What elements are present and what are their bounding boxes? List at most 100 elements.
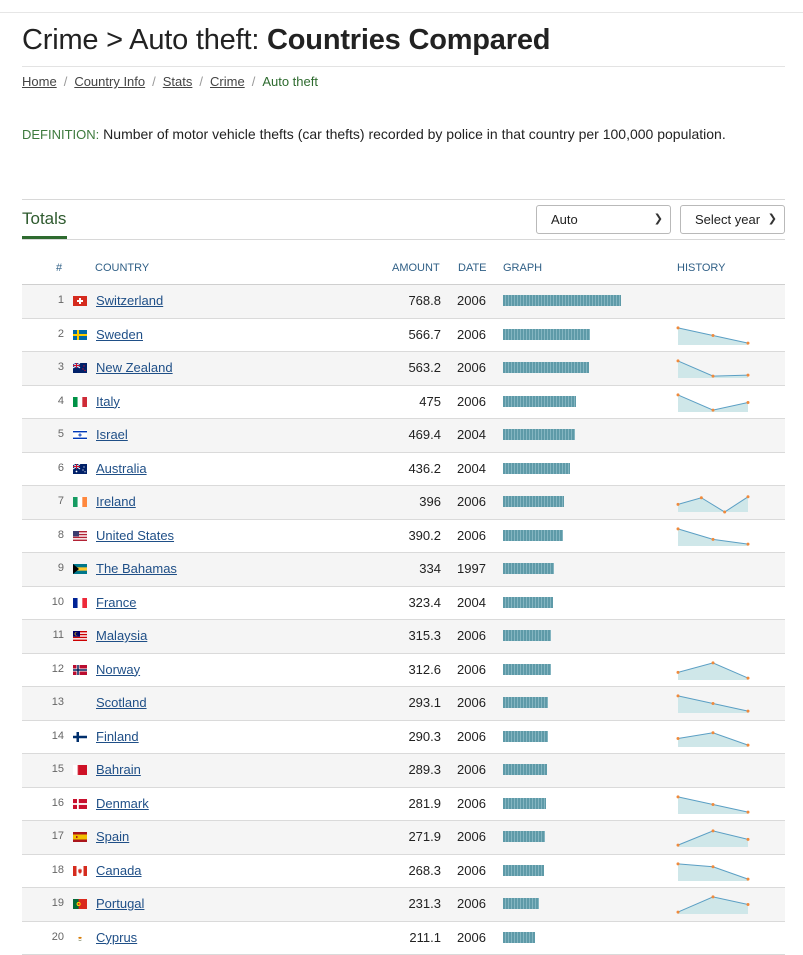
portugal-flag-icon [73, 899, 87, 909]
country-link[interactable]: Norway [96, 662, 140, 677]
row-amount: 563.2 [372, 360, 441, 375]
history-area [678, 528, 748, 545]
row-amount: 271.9 [372, 829, 441, 844]
country-link[interactable]: Israel [96, 427, 128, 442]
history-sparkline [676, 691, 751, 717]
country-link[interactable]: Finland [96, 729, 139, 744]
history-point [700, 496, 703, 499]
row-date: 2006 [457, 628, 486, 643]
countries-table-body: 1Switzerland768.820062Sweden566.720063Ne… [22, 285, 785, 955]
country-link[interactable]: Ireland [96, 494, 136, 509]
country-link[interactable]: Denmark [96, 796, 149, 811]
country-link[interactable]: Portugal [96, 896, 144, 911]
table-row: 13Scotland293.12006 [22, 687, 785, 721]
row-amount: 390.2 [372, 528, 441, 543]
country-link[interactable]: Australia [96, 461, 147, 476]
table-row: 8United States390.22006 [22, 520, 785, 554]
row-rank: 17 [46, 830, 64, 842]
row-rank: 16 [46, 797, 64, 809]
history-sparkline [676, 323, 751, 349]
country-link[interactable]: Scotland [96, 695, 147, 710]
breadcrumb-separator: / [152, 74, 156, 89]
history-point [677, 359, 680, 362]
france-flag-icon [73, 598, 87, 608]
page-title-bold: Countries Compared [267, 24, 550, 56]
country-link[interactable]: France [96, 595, 136, 610]
country-link[interactable]: Bahrain [96, 762, 141, 777]
tabs-top-divider [22, 199, 785, 200]
row-date: 2006 [457, 796, 486, 811]
breadcrumb-item[interactable]: Stats [163, 74, 193, 89]
header-graph: GRAPH [503, 262, 542, 274]
amount-bar [503, 865, 544, 876]
country-link[interactable]: The Bahamas [96, 561, 177, 576]
switzerland-flag-icon [73, 296, 87, 306]
amount-bar [503, 932, 535, 943]
table-row: 14Finland290.32006 [22, 721, 785, 755]
table-row: 7Ireland3962006 [22, 486, 785, 520]
history-point [747, 341, 750, 344]
history-sparkline [676, 390, 751, 416]
country-link[interactable]: Switzerland [96, 293, 163, 308]
row-rank: 11 [46, 629, 64, 641]
table-row: 10France323.42004 [22, 587, 785, 621]
tab-totals[interactable]: Totals [22, 209, 66, 229]
history-point [712, 829, 715, 832]
row-date: 2004 [457, 461, 486, 476]
table-row: 20Cyprus211.12006 [22, 922, 785, 955]
amount-bar [503, 463, 570, 474]
history-point [747, 903, 750, 906]
row-rank: 9 [46, 562, 64, 574]
history-point [712, 865, 715, 868]
country-link[interactable]: Malaysia [96, 628, 147, 643]
row-date: 2004 [457, 427, 486, 442]
united-states-flag-icon [73, 531, 87, 541]
sweden-flag-icon [73, 330, 87, 340]
header-date[interactable]: DATE [458, 262, 487, 274]
table-row: 5Israel469.42004 [22, 419, 785, 453]
breadcrumb-item[interactable]: Country Info [74, 74, 145, 89]
tabs-bottom-divider [22, 239, 785, 240]
amount-bar [503, 798, 546, 809]
year-select[interactable]: Select year ❯ [680, 205, 785, 234]
table-header: # COUNTRY AMOUNT DATE GRAPH HISTORY [22, 252, 785, 285]
row-rank: 1 [46, 294, 64, 306]
country-link[interactable]: Cyprus [96, 930, 137, 945]
history-point [747, 542, 750, 545]
row-date: 2006 [457, 829, 486, 844]
header-amount[interactable]: AMOUNT [392, 262, 440, 274]
breadcrumb-item[interactable]: Home [22, 74, 57, 89]
history-point [677, 326, 680, 329]
definition: DEFINITION: Number of motor vehicle thef… [22, 126, 726, 142]
scale-select[interactable]: Auto ❯ [536, 205, 671, 234]
history-point [712, 895, 715, 898]
country-link[interactable]: United States [96, 528, 174, 543]
row-rank: 5 [46, 428, 64, 440]
history-sparkline [676, 725, 751, 751]
history-point [677, 670, 680, 673]
country-link[interactable]: New Zealand [96, 360, 173, 375]
country-link[interactable]: Spain [96, 829, 129, 844]
country-link[interactable]: Canada [96, 863, 142, 878]
history-point [677, 736, 680, 739]
row-date: 2006 [457, 762, 486, 777]
row-amount: 475 [372, 394, 441, 409]
amount-bar [503, 597, 553, 608]
history-point [747, 810, 750, 813]
title-divider [22, 66, 785, 67]
cyprus-flag-icon [73, 933, 87, 943]
row-amount: 315.3 [372, 628, 441, 643]
history-point [712, 731, 715, 734]
history-sparkline [676, 825, 751, 851]
table-row: 16Denmark281.92006 [22, 788, 785, 822]
breadcrumb-separator: / [252, 74, 256, 89]
breadcrumb-item[interactable]: Crime [210, 74, 245, 89]
country-link[interactable]: Italy [96, 394, 120, 409]
country-link[interactable]: Sweden [96, 327, 143, 342]
header-country[interactable]: COUNTRY [95, 262, 149, 274]
history-sparkline [676, 892, 751, 918]
table-row: 2Sweden566.72006 [22, 319, 785, 353]
history-point [747, 877, 750, 880]
history-point [677, 862, 680, 865]
amount-bar [503, 731, 548, 742]
